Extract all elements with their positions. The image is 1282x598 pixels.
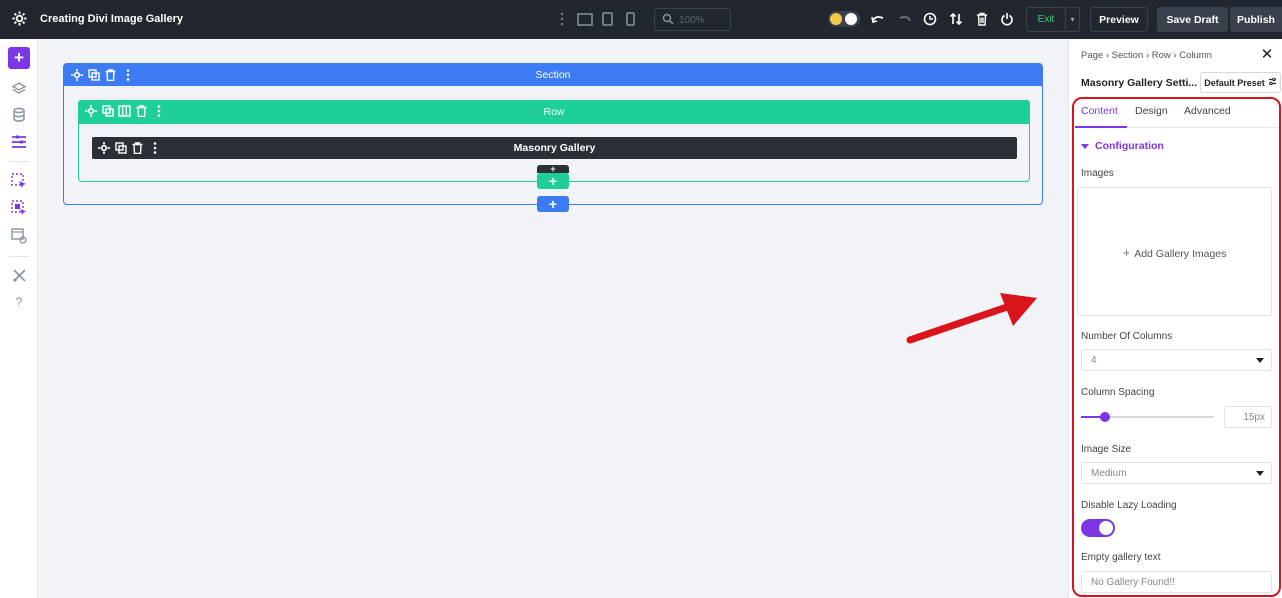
sun-icon — [830, 13, 842, 25]
preset-label: Default Preset — [1204, 77, 1265, 88]
tab-advanced[interactable]: Advanced — [1184, 105, 1231, 117]
power-icon[interactable] — [998, 10, 1016, 28]
chevron-down-icon — [1256, 358, 1264, 363]
layout-settings-icon[interactable] — [10, 133, 28, 151]
image-size-value: Medium — [1091, 468, 1127, 479]
empty-text-value: No Gallery Found!! — [1091, 577, 1175, 588]
tab-content[interactable]: Content — [1081, 105, 1118, 117]
preview-button[interactable]: Preview — [1090, 7, 1148, 32]
exit-menu-chevron-down-icon[interactable]: ▾ — [1066, 7, 1080, 32]
save-draft-button[interactable]: Save Draft — [1157, 7, 1228, 32]
empty-text-label: Empty gallery text — [1081, 552, 1161, 563]
breadcrumb[interactable]: Page › Section › Row › Column — [1081, 50, 1212, 61]
columns-value: 4 — [1091, 355, 1097, 366]
publish-button[interactable]: Publish — [1230, 7, 1282, 32]
drag-handle-icon[interactable] — [553, 10, 571, 28]
row-header-bar[interactable]: Row — [78, 100, 1030, 124]
add-gallery-images-dropzone[interactable]: + Add Gallery Images — [1077, 187, 1272, 316]
phone-view-icon[interactable] — [621, 10, 639, 28]
template-preview-icon[interactable] — [10, 227, 28, 245]
images-label: Images — [1081, 168, 1114, 179]
spacing-input[interactable]: 15px — [1224, 406, 1272, 428]
history-icon[interactable] — [921, 10, 939, 28]
trash-icon[interactable] — [973, 10, 991, 28]
lazy-loading-label: Disable Lazy Loading — [1081, 500, 1177, 511]
settings-tabs: Content Design Advanced — [1075, 98, 1279, 128]
lazy-loading-toggle[interactable] — [1081, 519, 1115, 537]
page-title: Creating Divi Image Gallery — [40, 13, 184, 25]
add-row-plus-button[interactable]: + — [537, 173, 569, 189]
redo-icon[interactable] — [896, 10, 914, 28]
section-header-bar[interactable]: Section — [64, 64, 1042, 86]
columns-label: Number Of Columns — [1081, 331, 1173, 342]
image-size-select[interactable]: Medium — [1081, 462, 1272, 484]
collapse-triangle-icon — [1081, 143, 1089, 149]
masonry-gallery-module[interactable]: Masonry Gallery — [92, 137, 1017, 159]
module-label: Masonry Gallery — [513, 142, 596, 154]
columns-select[interactable]: 4 — [1081, 349, 1272, 371]
close-icon[interactable]: ✕ — [1259, 47, 1275, 63]
chevron-down-icon — [1256, 471, 1264, 476]
left-sidebar: + ? — [0, 39, 38, 598]
active-tab-indicator — [1075, 126, 1127, 128]
spacing-label: Column Spacing — [1081, 387, 1155, 398]
group-label: Configuration — [1095, 140, 1164, 152]
help-icon[interactable]: ? — [10, 293, 28, 311]
zoom-input[interactable]: 100% — [654, 8, 731, 31]
preset-dropdown[interactable]: Default Preset — [1200, 72, 1281, 93]
sort-icon[interactable] — [947, 10, 965, 28]
search-icon — [662, 13, 674, 28]
panel-title: Masonry Gallery Setti... — [1081, 77, 1198, 89]
configuration-group-toggle[interactable]: Configuration — [1081, 140, 1164, 152]
top-toolbar: Creating Divi Image Gallery 100% Exit ▾ … — [0, 0, 1282, 39]
zoom-value: 100% — [679, 15, 705, 26]
settings-gear-icon[interactable] — [12, 11, 27, 26]
toggle-knob — [845, 13, 857, 25]
plus-icon: + — [1122, 245, 1131, 260]
image-size-label: Image Size — [1081, 444, 1132, 455]
add-module-button[interactable]: + — [8, 47, 30, 69]
select-tool-icon[interactable] — [10, 172, 28, 190]
tools-icon[interactable] — [10, 266, 28, 284]
tablet-view-icon[interactable] — [598, 10, 616, 28]
tab-design[interactable]: Design — [1135, 105, 1168, 117]
red-arrow-annotation — [906, 293, 1037, 344]
exit-button[interactable]: Exit — [1026, 7, 1066, 32]
preset-settings-icon — [1268, 77, 1277, 88]
add-module-plus-button[interactable]: + — [537, 165, 569, 174]
add-images-label: Add Gallery Images — [1134, 248, 1227, 260]
empty-gallery-text-input[interactable]: No Gallery Found!! — [1081, 571, 1272, 593]
theme-toggle[interactable] — [828, 11, 860, 27]
undo-icon[interactable] — [869, 10, 887, 28]
add-section-plus-button[interactable]: + — [537, 196, 569, 212]
spacing-slider-handle[interactable] — [1100, 412, 1110, 422]
database-icon[interactable] — [10, 106, 28, 124]
layers-icon[interactable] — [10, 80, 28, 98]
settings-panel: Page › Section › Row › Column ✕ Masonry … — [1068, 39, 1282, 598]
desktop-view-icon[interactable] — [576, 10, 594, 28]
toggle-knob — [1099, 521, 1113, 535]
row-label: Row — [543, 106, 565, 118]
section-label: Section — [535, 69, 571, 81]
multi-select-icon[interactable] — [10, 199, 28, 217]
